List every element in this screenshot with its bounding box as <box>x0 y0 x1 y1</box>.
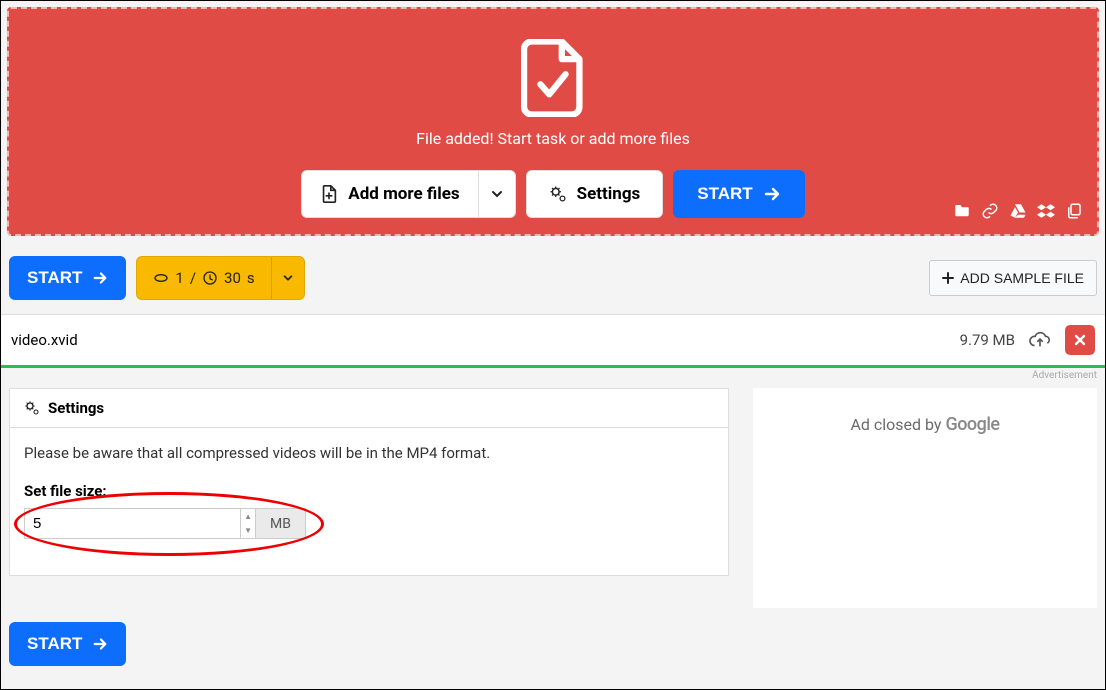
settings-title: Settings <box>48 399 104 417</box>
chevron-down-icon <box>490 187 504 201</box>
start-label: START <box>27 268 82 288</box>
start-label: START <box>27 634 82 654</box>
x-icon <box>1073 333 1087 347</box>
add-more-files-label: Add more files <box>348 184 459 204</box>
file-add-icon <box>320 184 338 204</box>
clock-icon <box>202 270 218 286</box>
filesize-spinner[interactable]: ▲▼ <box>241 508 256 539</box>
file-size: 9.79 MB <box>960 331 1015 349</box>
filesize-label: Set file size: <box>24 482 714 500</box>
chip-duration: 30 <box>224 269 241 287</box>
file-name: video.xvid <box>11 331 78 349</box>
ad-placeholder: Ad closed by Google <box>753 388 1097 608</box>
add-more-files-dropdown[interactable] <box>479 171 515 217</box>
google-drive-icon[interactable] <box>1009 202 1027 220</box>
start-button-bottom[interactable]: START <box>9 622 126 666</box>
ad-text: Ad closed by <box>850 415 945 434</box>
arrow-right-icon <box>763 185 781 203</box>
delete-file-button[interactable] <box>1065 325 1095 355</box>
arrow-right-icon <box>92 270 108 286</box>
plus-icon <box>942 272 954 284</box>
settings-panel: Settings Please be aware that all compre… <box>9 388 729 576</box>
arrow-right-icon <box>92 636 108 652</box>
spinner-up[interactable]: ▲ <box>241 509 255 524</box>
source-icons <box>953 202 1083 220</box>
settings-label: Settings <box>577 184 641 204</box>
chip-sep: / <box>190 269 196 287</box>
filesize-unit: MB <box>256 508 306 539</box>
cloud-upload-icon[interactable] <box>1029 329 1051 351</box>
eye-icon <box>153 270 169 286</box>
filesize-input[interactable] <box>24 508 241 539</box>
clipboard-icon[interactable] <box>1065 202 1083 220</box>
settings-button[interactable]: Settings <box>526 170 664 218</box>
add-sample-label: ADD SAMPLE FILE <box>960 270 1084 286</box>
settings-header: Settings <box>10 389 728 428</box>
ad-label: Advertisement <box>1032 370 1097 381</box>
spinner-down[interactable]: ▼ <box>241 524 255 539</box>
dropbox-icon[interactable] <box>1037 202 1055 220</box>
duration-chip-dropdown[interactable] <box>272 257 304 299</box>
start-button-toolbar[interactable]: START <box>9 256 126 300</box>
add-more-files-button[interactable]: Add more files <box>302 171 478 217</box>
folder-icon[interactable] <box>953 202 971 220</box>
duration-chip-main[interactable]: 1 / 30 s <box>137 257 271 299</box>
filesize-input-group: ▲▼ MB <box>24 508 306 539</box>
gears-icon <box>549 185 567 203</box>
file-check-icon <box>521 39 585 117</box>
duration-chip: 1 / 30 s <box>136 256 304 300</box>
chip-count: 1 <box>175 269 183 287</box>
chip-unit: s <box>247 269 255 287</box>
google-logo: Google <box>945 414 999 435</box>
gears-icon <box>24 400 40 416</box>
settings-note: Please be aware that all compressed vide… <box>24 444 714 462</box>
add-sample-button[interactable]: ADD SAMPLE FILE <box>929 260 1097 296</box>
start-label: START <box>697 184 752 204</box>
file-row: video.xvid 9.79 MB <box>1 314 1105 368</box>
add-more-files-group: Add more files <box>301 170 515 218</box>
toolbar: START 1 / 30 s ADD SAMPLE FILE <box>1 242 1105 314</box>
upload-status-text: File added! Start task or add more files <box>19 129 1087 148</box>
upload-dropzone[interactable]: File added! Start task or add more files… <box>7 7 1099 236</box>
link-icon[interactable] <box>981 202 999 220</box>
start-button-top[interactable]: START <box>673 170 804 218</box>
chevron-down-icon <box>282 272 294 284</box>
